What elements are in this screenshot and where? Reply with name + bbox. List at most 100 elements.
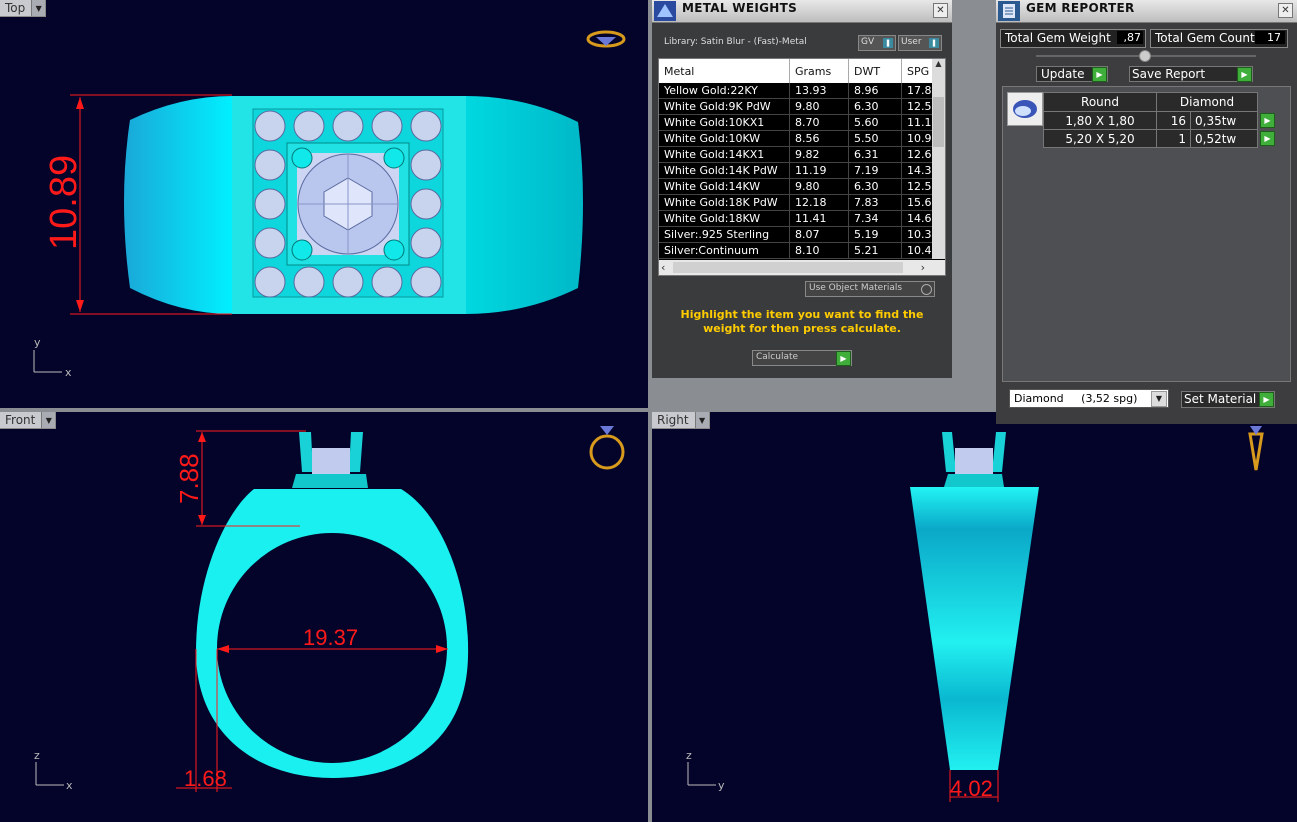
scroll-left-icon[interactable]: ‹ — [661, 261, 665, 274]
update-label: Update — [1041, 67, 1085, 81]
scroll-thumb[interactable] — [673, 262, 903, 273]
table-row[interactable]: White Gold:18K PdW 12.18 7.83 15.65 — [659, 194, 945, 211]
slider-handle[interactable] — [1139, 50, 1151, 62]
grams: 9.80 — [789, 178, 849, 195]
calculate-button[interactable]: Calculate ▶ — [752, 350, 852, 366]
metal-weights-panel: METAL WEIGHTS ✕ Library: Satin Blur - (F… — [652, 0, 952, 378]
top-view-drawing: 10.89 y x — [33, 30, 626, 379]
metal-name: White Gold:14KX1 — [659, 146, 790, 163]
table-row[interactable]: 5,20 X 5,20 1 0,52tw ▶ — [1043, 129, 1275, 148]
gem-list-area: Round Diamond 1,80 X 1,80 16 0,35tw ▶ 5,… — [1002, 86, 1291, 382]
gem-size: 5,20 X 5,20 — [1043, 129, 1157, 148]
metal-name: White Gold:18K PdW — [659, 194, 790, 211]
panel-titlebar[interactable]: METAL WEIGHTS ✕ — [652, 0, 952, 23]
scroll-right-icon[interactable]: › — [921, 261, 925, 274]
vertical-scrollbar[interactable]: ▲ — [932, 59, 945, 259]
chevron-down-icon[interactable]: ▼ — [1151, 391, 1167, 407]
metal-table: Metal Grams DWT SPG Yellow Gold:22KY 13.9… — [659, 59, 945, 259]
grams: 8.10 — [789, 242, 849, 259]
scroll-up-icon[interactable]: ▲ — [932, 59, 945, 71]
front-view-drawing: 7.88 19.37 1.68 z x — [34, 426, 625, 792]
table-row[interactable]: Yellow Gold:22KY 13.93 8.96 17.89 — [659, 83, 945, 99]
material-select-value: Diamond (3,52 spg) — [1014, 392, 1138, 405]
scroll-thumb[interactable] — [933, 97, 944, 147]
table-row[interactable]: White Gold:18KW 11.41 7.34 14.66 — [659, 210, 945, 227]
panel-title: METAL WEIGHTS — [682, 1, 798, 15]
gem-count: 1 — [1156, 129, 1191, 148]
view-orientation-icon[interactable] — [586, 30, 626, 48]
total-gem-weight: Total Gem Weight ,87 — [1000, 29, 1146, 48]
panel-titlebar[interactable]: GEM REPORTER ✕ — [996, 0, 1297, 23]
gem-weight: 0,35tw — [1195, 113, 1237, 128]
table-row[interactable]: Silver:.925 Sterling 8.07 5.19 10.36 — [659, 226, 945, 243]
gv-label: GV — [861, 37, 875, 47]
viewport-top[interactable]: 10.89 y x Top ▼ — [0, 0, 648, 408]
horizontal-scrollbar[interactable]: ‹ › — [659, 260, 945, 275]
view-orientation-icon[interactable] — [1248, 426, 1264, 471]
user-toggle[interactable]: User ❚ — [898, 35, 942, 51]
chevron-down-icon[interactable]: ▼ — [41, 412, 56, 428]
set-material-button[interactable]: Set Material ▶ — [1181, 391, 1275, 408]
gem-table: Round Diamond 1,80 X 1,80 16 0,35tw ▶ 5,… — [1043, 92, 1275, 148]
gv-toggle[interactable]: GV ❚ — [858, 35, 896, 51]
dwt: 7.34 — [848, 210, 902, 227]
grams: 8.70 — [789, 114, 849, 131]
close-icon[interactable]: ✕ — [933, 3, 948, 18]
view-orientation-icon[interactable] — [589, 426, 625, 470]
gem-weight: 0,52tw — [1195, 131, 1237, 146]
metal-name: Silver:Continuum — [659, 242, 790, 259]
chevron-down-icon[interactable]: ▼ — [694, 412, 709, 428]
viewport-tab-right[interactable]: Right ▼ — [652, 412, 710, 429]
play-icon[interactable]: ▶ — [1260, 131, 1275, 146]
table-row[interactable]: White Gold:14KW 9.80 6.30 12.59 — [659, 178, 945, 195]
dwt: 5.19 — [848, 226, 902, 243]
total-gem-count: Total Gem Count 17 — [1150, 29, 1288, 48]
table-row[interactable]: Silver:Continuum 8.10 5.21 10.40 — [659, 242, 945, 259]
table-row[interactable]: White Gold:14K PdW 11.19 7.19 14.37 — [659, 162, 945, 179]
metal-name: Silver:.925 Sterling — [659, 226, 790, 243]
column-header-dwt[interactable]: DWT — [848, 59, 902, 83]
table-row[interactable]: White Gold:14KX1 9.82 6.31 12.61 — [659, 146, 945, 163]
gem-shape-thumbnail[interactable] — [1007, 92, 1043, 126]
gem-weight-cell: 0,52tw ▶ — [1190, 129, 1275, 148]
play-icon[interactable]: ▶ — [1260, 113, 1275, 128]
gem-table-header-material: Diamond — [1156, 92, 1258, 112]
close-icon[interactable]: ✕ — [1278, 3, 1293, 18]
dim-shank-label: 1.68 — [184, 766, 227, 791]
dwt: 5.60 — [848, 114, 902, 131]
toggle-icon: ❚ — [929, 38, 939, 48]
viewport-front[interactable]: 7.88 19.37 1.68 z x Front ▼ — [0, 412, 648, 822]
total-gem-count-label: Total Gem Count — [1155, 31, 1255, 45]
grams: 12.18 — [789, 194, 849, 211]
play-icon: ▶ — [1259, 392, 1274, 407]
viewport-tab-top[interactable]: Top ▼ — [0, 0, 47, 17]
instruction-text: Highlight the item you want to find the … — [680, 308, 924, 335]
grams: 11.41 — [789, 210, 849, 227]
table-row[interactable]: White Gold:10KX1 8.70 5.60 11.18 — [659, 114, 945, 131]
slider-track[interactable] — [1036, 50, 1256, 62]
play-icon: ▶ — [836, 351, 851, 366]
metal-name: White Gold:14KW — [659, 178, 790, 195]
viewport-tab-front[interactable]: Front ▼ — [0, 412, 57, 429]
dwt: 6.30 — [848, 178, 902, 195]
metal-name: White Gold:9K PdW — [659, 98, 790, 115]
chevron-down-icon[interactable]: ▼ — [31, 0, 46, 16]
table-row[interactable]: 1,80 X 1,80 16 0,35tw ▶ — [1043, 111, 1275, 130]
total-gem-count-value: 17 — [1255, 31, 1285, 44]
dwt: 5.21 — [848, 242, 902, 259]
axis-z-label: z — [34, 749, 40, 762]
table-row[interactable]: White Gold:9K PdW 9.80 6.30 12.59 — [659, 98, 945, 115]
gem-weight-cell: 0,35tw ▶ — [1190, 111, 1275, 130]
table-row[interactable]: White Gold:10KW 8.56 5.50 10.99 — [659, 130, 945, 147]
save-report-button[interactable]: Save Report ▶ — [1129, 66, 1253, 82]
column-header-metal[interactable]: Metal — [659, 59, 790, 83]
update-button[interactable]: Update ▶ — [1036, 66, 1108, 82]
viewport-right[interactable]: 4.02 z y Right ▼ — [652, 412, 1297, 822]
use-object-materials-toggle[interactable]: Use Object Materials — [805, 281, 935, 297]
axis-z-label: z — [686, 749, 692, 762]
column-header-grams[interactable]: Grams — [789, 59, 849, 83]
total-gem-weight-value: ,87 — [1117, 31, 1143, 44]
scale-icon — [654, 1, 676, 21]
material-select[interactable]: Diamond (3,52 spg) ▼ — [1009, 389, 1169, 408]
gem-size: 1,80 X 1,80 — [1043, 111, 1157, 130]
